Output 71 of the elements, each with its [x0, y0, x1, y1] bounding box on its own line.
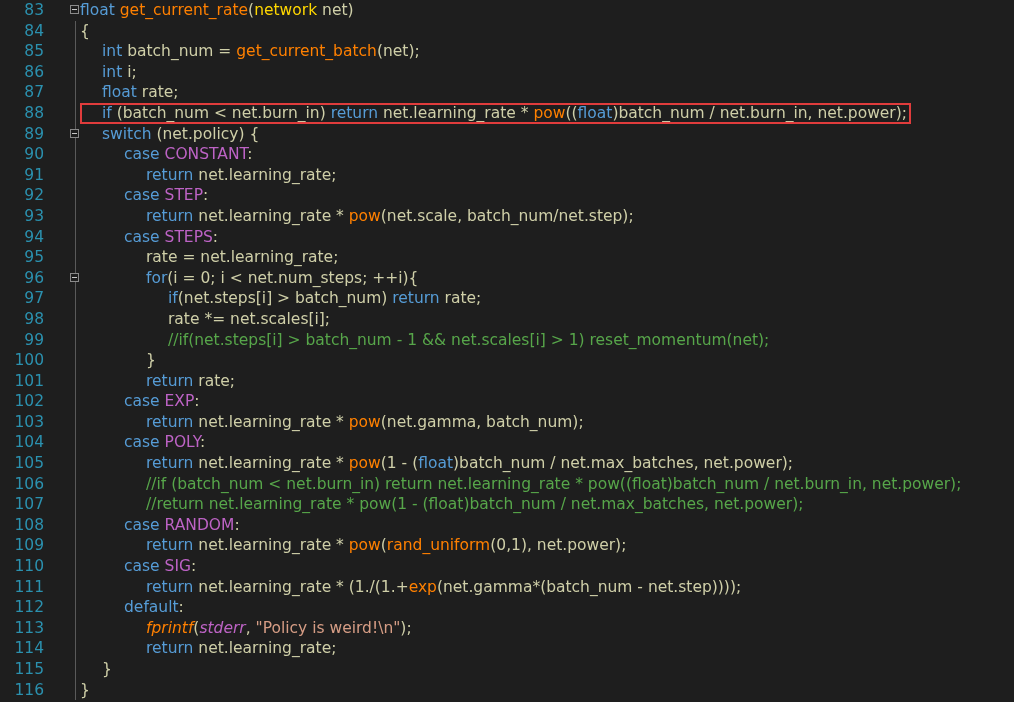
code-line: return net.learning_rate; — [145, 638, 337, 659]
code-line: return net.learning_rate; — [145, 164, 337, 186]
line-number: 88 — [23, 102, 44, 124]
line-number: 96 — [23, 267, 44, 289]
code-line: int batch_num = get_current_batch(net); — [101, 41, 420, 62]
code-line: rate *= net.scales[i]; — [167, 308, 331, 330]
code-line: if(net.steps[i] > batch_num) return rate; — [167, 288, 482, 309]
code-line: return rate; — [145, 370, 236, 392]
line-number: 92 — [23, 185, 44, 206]
line-number: 115 — [13, 659, 44, 680]
code-line: return net.learning_rate * (1./(1.+exp(net.gamma*(batch_num - net.step)))); — [145, 576, 742, 598]
line-number: 116 — [13, 679, 44, 701]
code-line: int i; — [101, 61, 137, 83]
line-number: 111 — [13, 576, 44, 598]
code-line: switch (net.policy) { — [101, 123, 260, 145]
line-number: 114 — [13, 638, 44, 659]
code-line: return net.learning_rate * pow(net.scale, batch_num/net.step); — [145, 205, 634, 227]
code-line: } — [145, 350, 156, 371]
line-number: 100 — [13, 350, 44, 371]
code-line: return net.learning_rate * pow(net.gamma, batch_num); — [145, 411, 584, 433]
line-number: 85 — [23, 41, 44, 62]
code-line: } — [80, 679, 90, 701]
line-number: 109 — [13, 535, 44, 557]
line-number: 106 — [13, 473, 44, 495]
code-line: fprintf(stderr, "Policy is weird!\n"); — [145, 617, 412, 639]
line-number: 110 — [13, 556, 44, 577]
line-number: 97 — [23, 288, 44, 309]
line-number: 91 — [23, 164, 44, 186]
code-line: case EXP: — [123, 391, 200, 412]
line-number: 83 — [23, 0, 44, 21]
line-number: 89 — [23, 123, 44, 145]
code-line: for(i = 0; i < net.num_steps; ++i){ — [145, 267, 419, 289]
line-number: 103 — [13, 411, 44, 433]
code-line: //if (batch_num < net.burn_in) return net.learning_rate * pow((float)batch_num / net.burn_in, net.power); — [145, 473, 962, 495]
collapse-icon[interactable] — [70, 128, 79, 138]
line-number: 102 — [13, 391, 44, 412]
code-line: case SIG: — [123, 556, 197, 577]
code-line: return net.learning_rate * pow(rand_uniform(0,1), net.power); — [145, 535, 627, 557]
code-line: { — [80, 20, 90, 42]
code-line: float get_current_rate(network net) — [80, 0, 354, 21]
line-number: 93 — [23, 205, 44, 227]
code-line: default: — [123, 597, 184, 618]
line-number: 99 — [23, 329, 44, 351]
collapse-icon[interactable] — [70, 272, 79, 282]
code-line: case CONSTANT: — [123, 144, 253, 165]
line-number: 113 — [13, 617, 44, 639]
line-number: 90 — [23, 144, 44, 165]
line-number: 104 — [13, 432, 44, 454]
line-number: 108 — [13, 514, 44, 536]
line-number: 112 — [13, 597, 44, 618]
code-line: return net.learning_rate * pow(1 - (float)batch_num / net.max_batches, net.power); — [145, 453, 794, 474]
collapse-icon[interactable] — [70, 5, 79, 14]
line-number: 98 — [23, 308, 44, 330]
code-line: float rate; — [101, 82, 179, 103]
code-line: case RANDOM: — [123, 514, 240, 536]
code-line: //if(net.steps[i] > batch_num - 1 && net.scales[i] > 1) reset_momentum(net); — [167, 329, 770, 351]
line-number: 101 — [13, 370, 44, 392]
line-number: 107 — [13, 494, 44, 515]
line-number: 84 — [23, 20, 44, 42]
line-number: 105 — [13, 453, 44, 474]
code-line: case STEPS: — [123, 226, 219, 248]
line-number: 94 — [23, 226, 44, 248]
line-number: 87 — [23, 82, 44, 103]
code-line: rate = net.learning_rate; — [145, 247, 339, 268]
highlighted-code-line: if (batch_num < net.burn_in) return net.learning_rate * pow((float)batch_num / net.burn_in, net.power); — [80, 102, 911, 124]
code-line: //return net.learning_rate * pow(1 - (float)batch_num / net.max_batches, net.power); — [145, 494, 804, 515]
line-number: 95 — [23, 247, 44, 268]
code-line: case STEP: — [123, 185, 209, 206]
line-number: 86 — [23, 61, 44, 83]
code-line: } — [101, 659, 112, 680]
code-line: case POLY: — [123, 432, 206, 454]
